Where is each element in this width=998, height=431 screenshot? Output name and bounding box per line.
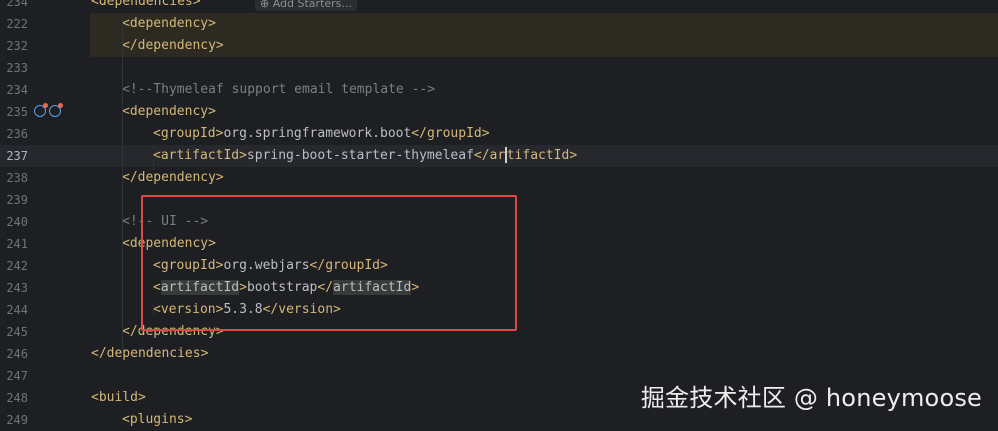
line-number: 248 xyxy=(6,391,28,405)
line-number: 238 xyxy=(6,171,28,185)
xml-tag: </dependencies> xyxy=(91,346,209,361)
code-line[interactable]: 232 </dependency> xyxy=(0,35,998,57)
code-value: org.springframework.boot xyxy=(223,126,412,141)
line-number: 242 xyxy=(6,259,28,273)
xml-tag: </dependency> xyxy=(122,170,224,185)
code-value: spring-boot-starter-thymeleaf xyxy=(246,148,474,163)
dependency-icon[interactable] xyxy=(49,103,63,117)
line-number: 236 xyxy=(6,127,28,141)
line-number: 240 xyxy=(6,215,28,229)
line-number: 232 xyxy=(6,39,28,53)
line-number: 239 xyxy=(6,193,28,207)
line-number: 234 xyxy=(6,83,28,97)
line-number: 241 xyxy=(6,237,28,251)
code-text[interactable]: <build> xyxy=(91,387,146,409)
line-number: 234 xyxy=(6,0,28,9)
line-number: 237 xyxy=(6,149,28,163)
code-text[interactable]: <!--Thymeleaf support email template --> xyxy=(122,79,435,101)
line-highlight xyxy=(90,13,998,35)
line-number: 235 xyxy=(6,105,28,119)
code-line[interactable]: 238 </dependency> xyxy=(0,167,998,189)
line-number: 249 xyxy=(6,413,28,427)
xml-tag: <dependency> xyxy=(122,104,216,119)
dependency-icon[interactable] xyxy=(34,103,48,117)
code-text[interactable]: <dependency> xyxy=(122,101,216,123)
code-line[interactable]: 233 xyxy=(0,57,998,79)
code-text[interactable]: <artifactId>spring-boot-starter-thymelea… xyxy=(153,145,577,167)
code-line[interactable]: 234 <dependencies> ⊕ Add Starters... xyxy=(0,0,998,13)
xml-tag: <groupId> xyxy=(153,126,224,141)
code-line[interactable]: 222 <dependency> xyxy=(0,13,998,35)
code-line[interactable]: 237 <artifactId>spring-boot-starter-thyme… xyxy=(0,145,998,167)
line-number: 246 xyxy=(6,347,28,361)
indent-guide xyxy=(122,20,123,350)
indent-guide xyxy=(153,160,154,170)
xml-tag: tifactId> xyxy=(506,148,578,163)
xml-tag: <plugins> xyxy=(122,412,193,427)
watermark: 掘金技术社区 @ honeymoose xyxy=(640,384,982,412)
xml-tag: </ar xyxy=(473,148,506,163)
xml-tag: <artifactId> xyxy=(153,148,247,163)
code-text[interactable]: <plugins> xyxy=(122,409,192,431)
add-starters-inlay[interactable]: ⊕ Add Starters... xyxy=(255,0,357,11)
xml-tag: <dependencies> xyxy=(91,0,201,9)
code-text[interactable]: </dependencies> xyxy=(91,343,208,365)
highlight-annotation-box xyxy=(141,195,517,331)
code-text[interactable]: <dependency> xyxy=(122,13,216,35)
xml-tag: <dependency> xyxy=(122,16,216,31)
line-number: 233 xyxy=(6,61,28,75)
code-editor[interactable]: 234 <dependencies> ⊕ Add Starters... 222 <de… xyxy=(0,0,998,427)
code-text[interactable]: <groupId>org.springframework.boot</group… xyxy=(153,123,490,145)
xml-tag: </groupId> xyxy=(411,126,490,141)
code-text[interactable]: <dependencies> xyxy=(91,0,201,13)
line-highlight xyxy=(90,35,998,57)
code-text[interactable]: </dependency> xyxy=(122,167,224,189)
code-text[interactable]: </dependency> xyxy=(122,35,224,57)
xml-tag: </dependency> xyxy=(122,38,224,53)
code-comment: <!--Thymeleaf support email template --> xyxy=(122,82,436,97)
line-number: 243 xyxy=(6,281,28,295)
xml-tag: <build> xyxy=(91,390,146,405)
gutter-icons[interactable] xyxy=(34,103,63,119)
code-line[interactable]: 246 </dependencies> xyxy=(0,343,998,365)
code-line[interactable]: 234 <!--Thymeleaf support email template … xyxy=(0,79,998,101)
code-line[interactable]: 235 <dependency> xyxy=(0,101,998,123)
line-number: 244 xyxy=(6,303,28,317)
code-line[interactable]: 236 <groupId>org.springframework.boot</gr… xyxy=(0,123,998,145)
line-number: 245 xyxy=(6,325,28,339)
line-number: 247 xyxy=(6,369,28,383)
line-number: 222 xyxy=(6,17,28,31)
